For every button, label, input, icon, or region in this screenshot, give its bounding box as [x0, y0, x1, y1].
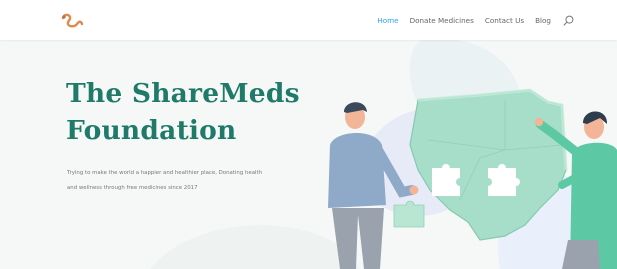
hero-description-line1: Trying to make the world a happier and h…: [67, 170, 263, 176]
puzzle-piece-green: [393, 200, 425, 228]
nav-contact-us[interactable]: Contact Us: [485, 16, 524, 25]
hero-title: The ShareMeds Foundation: [66, 75, 326, 149]
puzzle-piece-white-1: [432, 164, 460, 196]
hero-description: Trying to make the world a happier and h…: [67, 166, 317, 196]
nav-home[interactable]: Home: [377, 16, 398, 25]
search-icon[interactable]: [563, 15, 574, 26]
hero-illustration: [328, 88, 617, 269]
kenya-puzzle-map: [409, 88, 568, 241]
nav-blog[interactable]: Blog: [535, 16, 551, 25]
hero-title-line1: The ShareMeds: [66, 78, 300, 109]
nav-donate-medicines[interactable]: Donate Medicines: [410, 16, 474, 25]
puzzle-piece-white-2: [488, 164, 520, 196]
hero-title-line2: Foundation: [66, 115, 237, 146]
person-left: [328, 102, 419, 269]
logo-icon[interactable]: [60, 13, 84, 29]
site-header: Home Donate Medicines Contact Us Blog: [0, 0, 617, 40]
page: Home Donate Medicines Contact Us Blog Th…: [0, 0, 617, 269]
main-nav: Home Donate Medicines Contact Us Blog: [366, 0, 574, 40]
hero-description-line2: and wellness through free medicines sinc…: [67, 185, 198, 191]
